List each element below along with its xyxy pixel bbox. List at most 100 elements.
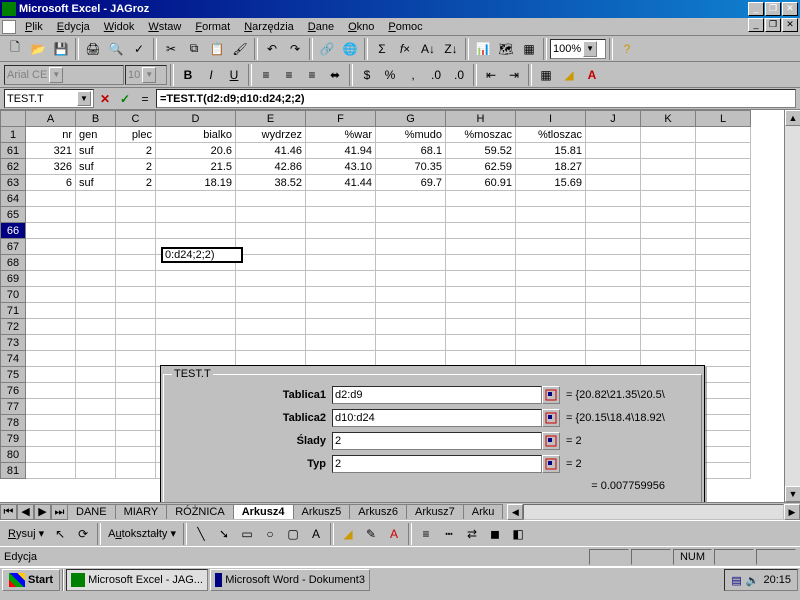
cell[interactable] xyxy=(641,191,696,207)
redo-button[interactable]: ↷ xyxy=(284,38,306,60)
cell[interactable] xyxy=(156,207,236,223)
cell[interactable] xyxy=(446,255,516,271)
cell[interactable] xyxy=(446,287,516,303)
cell[interactable] xyxy=(236,287,306,303)
autosum-button[interactable]: Σ xyxy=(371,38,393,60)
cell[interactable] xyxy=(376,255,446,271)
shadow-button[interactable]: ◼ xyxy=(484,523,506,545)
cell[interactable] xyxy=(26,399,76,415)
font-color-button[interactable]: A xyxy=(383,523,405,545)
cell[interactable] xyxy=(76,335,116,351)
cell[interactable]: wydrzez xyxy=(236,127,306,143)
italic-button[interactable]: I xyxy=(200,64,222,86)
cell[interactable] xyxy=(76,351,116,367)
copy-button[interactable]: ⧉ xyxy=(183,38,205,60)
cell[interactable] xyxy=(76,399,116,415)
cell[interactable] xyxy=(156,271,236,287)
menu-okno[interactable]: Okno xyxy=(341,20,381,34)
doc-restore-button[interactable]: ❐ xyxy=(765,18,781,32)
row-header[interactable]: 71 xyxy=(1,303,26,319)
col-header[interactable]: D xyxy=(156,111,236,127)
cell[interactable] xyxy=(586,319,641,335)
cell[interactable] xyxy=(516,223,586,239)
cell[interactable] xyxy=(641,223,696,239)
new-button[interactable]: 🗋 xyxy=(4,38,26,60)
menu-format[interactable]: Format xyxy=(188,20,237,34)
map-button[interactable]: 🗺 xyxy=(495,38,517,60)
cell[interactable] xyxy=(236,207,306,223)
preview-button[interactable]: 🔍 xyxy=(105,38,127,60)
col-header[interactable]: F xyxy=(306,111,376,127)
col-header[interactable]: J xyxy=(586,111,641,127)
cell[interactable] xyxy=(641,207,696,223)
cell[interactable] xyxy=(236,303,306,319)
borders-button[interactable]: ▦ xyxy=(535,64,557,86)
col-header[interactable]: H xyxy=(446,111,516,127)
cell[interactable] xyxy=(26,255,76,271)
field-input[interactable]: d2:d9 xyxy=(332,386,542,404)
field-input[interactable]: d10:d24 xyxy=(332,409,542,427)
align-left-button[interactable]: ≡ xyxy=(255,64,277,86)
cell[interactable] xyxy=(116,463,156,479)
cell[interactable]: 43.10 xyxy=(306,159,376,175)
cell[interactable] xyxy=(586,303,641,319)
cell[interactable] xyxy=(586,255,641,271)
comma-button[interactable]: , xyxy=(402,64,424,86)
row-header[interactable]: 78 xyxy=(1,415,26,431)
cell[interactable] xyxy=(446,239,516,255)
active-cell-editor[interactable]: 0:d24;2;2) xyxy=(161,247,243,263)
cell[interactable] xyxy=(76,303,116,319)
cell[interactable] xyxy=(26,431,76,447)
cell[interactable] xyxy=(376,207,446,223)
cell[interactable] xyxy=(696,335,751,351)
row-header[interactable]: 68 xyxy=(1,255,26,271)
cell[interactable] xyxy=(236,255,306,271)
cell[interactable] xyxy=(641,127,696,143)
cell[interactable] xyxy=(116,239,156,255)
doc-icon[interactable] xyxy=(2,20,16,34)
cell[interactable] xyxy=(26,271,76,287)
cell[interactable] xyxy=(586,239,641,255)
cell[interactable] xyxy=(76,271,116,287)
cell[interactable] xyxy=(586,335,641,351)
cell[interactable]: 59.52 xyxy=(446,143,516,159)
help-button[interactable]: ? xyxy=(616,38,638,60)
cell[interactable]: %tloszac xyxy=(516,127,586,143)
cell[interactable] xyxy=(586,175,641,191)
cell[interactable] xyxy=(26,351,76,367)
cell[interactable]: 41.44 xyxy=(306,175,376,191)
col-header[interactable]: G xyxy=(376,111,446,127)
cell[interactable] xyxy=(156,287,236,303)
cell[interactable]: 15.81 xyxy=(516,143,586,159)
cell[interactable] xyxy=(696,175,751,191)
range-select-button[interactable] xyxy=(542,409,560,427)
menu-wstaw[interactable]: Wstaw xyxy=(141,20,188,34)
cell[interactable] xyxy=(641,335,696,351)
cell[interactable] xyxy=(26,303,76,319)
tray-icon[interactable]: ▤ xyxy=(731,574,741,587)
field-input[interactable]: 2 xyxy=(332,455,542,473)
sheet-tab[interactable]: Arkusz6 xyxy=(349,504,407,519)
sheet-tab[interactable]: DANE xyxy=(67,504,116,519)
sheet-tab[interactable]: Arkusz5 xyxy=(293,504,351,519)
tab-last-button[interactable]: ⏭ xyxy=(51,504,68,520)
cell[interactable]: 18.19 xyxy=(156,175,236,191)
arrow-button[interactable]: ➘ xyxy=(213,523,235,545)
cell[interactable] xyxy=(306,319,376,335)
autoshapes-menu[interactable]: Autokształty ▾ xyxy=(104,527,180,540)
cell[interactable]: %mudo xyxy=(376,127,446,143)
menu-plik[interactable]: Plik xyxy=(18,20,50,34)
cell[interactable] xyxy=(306,255,376,271)
cell[interactable] xyxy=(696,287,751,303)
tray-icon[interactable]: 🔊 xyxy=(746,574,760,587)
cell[interactable]: plec xyxy=(116,127,156,143)
row-header[interactable]: 72 xyxy=(1,319,26,335)
cell[interactable]: 2 xyxy=(116,159,156,175)
cell[interactable] xyxy=(236,239,306,255)
cell[interactable] xyxy=(26,335,76,351)
cell[interactable] xyxy=(116,399,156,415)
cell[interactable]: nr xyxy=(26,127,76,143)
cell[interactable] xyxy=(26,239,76,255)
cell[interactable]: 18.27 xyxy=(516,159,586,175)
bold-button[interactable]: B xyxy=(177,64,199,86)
